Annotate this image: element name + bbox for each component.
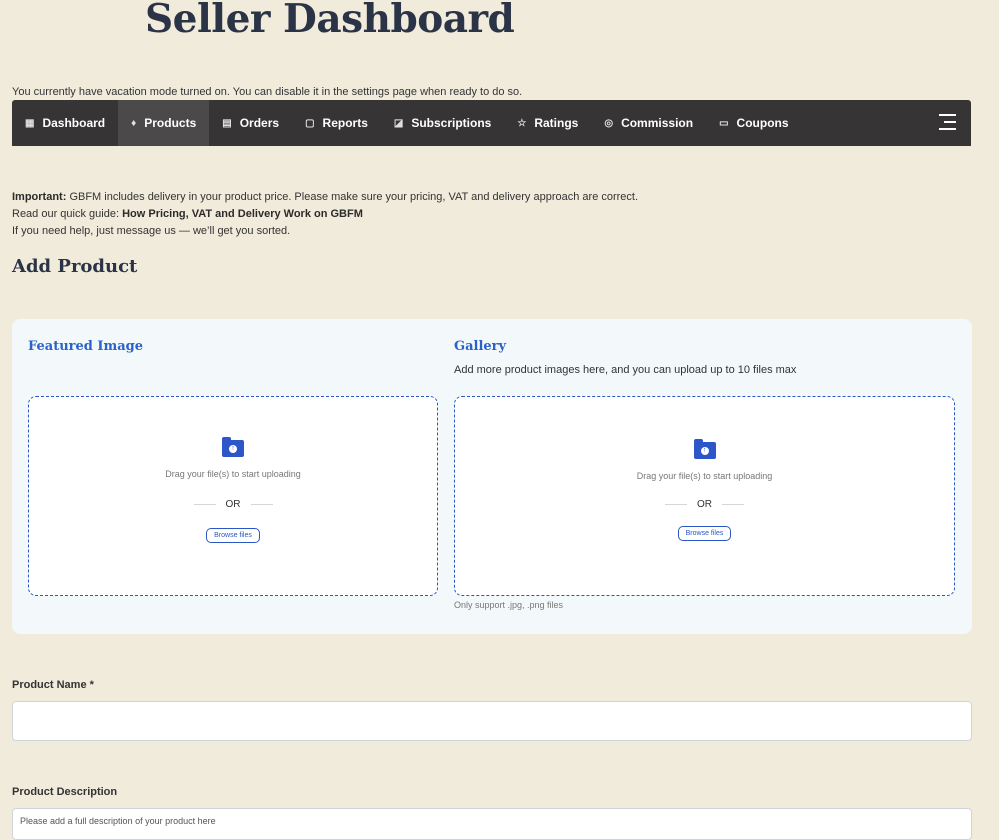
product-name-label: Product Name * xyxy=(12,679,94,691)
coupon-icon: ▭ xyxy=(719,117,729,129)
nav-item-dashboard[interactable]: ▦ Dashboard xyxy=(12,100,118,146)
featured-image-title: Featured Image xyxy=(28,339,144,354)
browse-files-button[interactable]: Browse files xyxy=(206,528,260,543)
nav-item-reports[interactable]: ▢ Reports xyxy=(292,100,381,146)
drag-text: Drag your file(s) to start uploading xyxy=(636,471,773,481)
guide-prefix: Read our quick guide: xyxy=(12,208,123,220)
cart-icon: ▤ xyxy=(222,117,232,129)
featured-image-dropzone[interactable]: ↑ Drag your file(s) to start uploading O… xyxy=(28,396,438,596)
star-icon: ☆ xyxy=(517,117,527,129)
vacation-notice: You currently have vacation mode turned … xyxy=(12,86,523,98)
nav-item-coupons[interactable]: ▭ Coupons xyxy=(706,100,801,146)
important-text: GBFM includes delivery in your product p… xyxy=(66,191,639,203)
nav-item-ratings[interactable]: ☆ Ratings xyxy=(504,100,591,146)
grid-icon: ▦ xyxy=(25,117,35,129)
nav-item-products[interactable]: ♦ Products xyxy=(118,100,210,146)
nav-item-subscriptions[interactable]: ◪ Subscriptions xyxy=(381,100,504,146)
nav-item-commission[interactable]: ◎ Commission xyxy=(591,100,706,146)
browse-files-button[interactable]: Browse files xyxy=(677,526,732,541)
support-text: Only support .jpg, .png files xyxy=(454,600,564,610)
folder-upload-icon: ↑ xyxy=(693,439,716,459)
main-nav: ▦ Dashboard ♦ Products ▤ Orders ▢ Report… xyxy=(12,100,971,146)
nav-label: Products xyxy=(144,116,197,130)
or-divider: OR xyxy=(184,499,283,510)
drag-text: Drag your file(s) to start uploading xyxy=(165,469,301,479)
gallery-dropzone[interactable]: ↑ Drag your file(s) to start uploading O… xyxy=(454,396,955,596)
nav-label: Reports xyxy=(322,116,368,130)
product-description-input[interactable]: Please add a full description of your pr… xyxy=(12,808,972,840)
shirt-icon: ♦ xyxy=(131,117,137,129)
product-name-input[interactable] xyxy=(12,701,972,741)
gallery-title: Gallery xyxy=(454,339,507,354)
image-upload-card: Featured Image Gallery Add more product … xyxy=(12,319,972,634)
tag-icon: ◪ xyxy=(393,117,404,129)
nav-label: Commission xyxy=(621,116,694,130)
help-text: If you need help, just message us — we’l… xyxy=(12,225,291,237)
guide-link[interactable]: How Pricing, VAT and Delivery Work on GB… xyxy=(122,208,363,220)
section-title: Add Product xyxy=(12,256,138,277)
nav-label: Dashboard xyxy=(42,116,106,130)
page-title: Seller Dashboard xyxy=(145,0,515,42)
important-label: Important: xyxy=(12,191,67,203)
nav-label: Ratings xyxy=(534,116,579,130)
nav-label: Subscriptions xyxy=(411,116,492,130)
description-placeholder: Please add a full description of your pr… xyxy=(20,816,216,826)
nav-label: Orders xyxy=(239,116,280,130)
folder-upload-icon: ↑ xyxy=(222,437,244,457)
or-divider: OR xyxy=(655,499,754,510)
gallery-subtitle: Add more product images here, and you ca… xyxy=(454,364,797,376)
nav-item-orders[interactable]: ▤ Orders xyxy=(209,100,292,146)
hamburger-icon[interactable] xyxy=(939,114,956,132)
coins-icon: ◎ xyxy=(604,117,614,129)
or-text: OR xyxy=(225,499,241,510)
pricing-notice: Important: GBFM includes delivery in you… xyxy=(12,189,638,240)
or-text: OR xyxy=(697,499,712,510)
report-icon: ▢ xyxy=(305,117,315,129)
product-description-label: Product Description xyxy=(12,786,118,798)
nav-label: Coupons xyxy=(736,116,789,130)
